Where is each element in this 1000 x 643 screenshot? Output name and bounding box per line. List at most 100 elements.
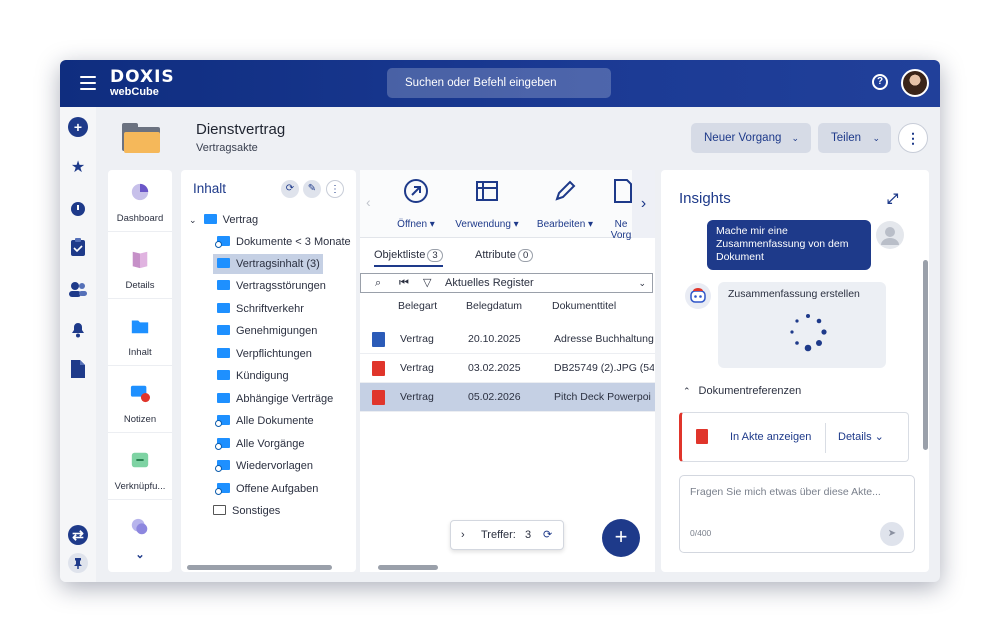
column-header[interactable]: Dokumenttitel	[552, 300, 616, 312]
chevron-down-icon: ⌄	[791, 133, 799, 143]
document-icon	[614, 179, 632, 203]
tree-item[interactable]: Genehmigungen	[217, 321, 317, 341]
new-case-button[interactable]: Neuer Vorgang ⌄	[691, 123, 811, 153]
tab-attribute[interactable]: Attribute 0	[475, 249, 534, 262]
tree-item[interactable]: Sonstiges	[213, 501, 280, 521]
saved-search-icon	[215, 415, 230, 427]
hits-counter[interactable]: › Treffer: 3 ⟳	[450, 520, 564, 550]
tree-item[interactable]: Schriftverkehr	[217, 299, 304, 319]
chevron-down-icon[interactable]: ⌄	[638, 274, 646, 292]
add-icon[interactable]: +	[68, 117, 88, 137]
loading-spinner-icon	[790, 314, 827, 352]
details-button[interactable]: Details ⌄	[838, 413, 884, 461]
document-upload-icon[interactable]	[68, 359, 88, 379]
register-select[interactable]: Aktuelles Register	[445, 274, 534, 292]
tree-root[interactable]: ⌄ Vertrag	[189, 210, 258, 230]
more-icon[interactable]: ⋮	[326, 180, 344, 198]
logo: DOXIS webCube	[110, 68, 175, 98]
tree-root-label: Vertrag	[222, 214, 259, 226]
nav-details[interactable]: Details	[108, 237, 172, 299]
pdf-icon	[696, 429, 708, 444]
open-button[interactable]: Öffnen ▾	[392, 178, 440, 230]
filter-icon[interactable]: ▽	[423, 274, 431, 292]
share-button[interactable]: Teilen ⌄	[818, 123, 891, 153]
logo-text: DOXIS	[110, 67, 175, 87]
tree-item[interactable]: Vertragsstörungen	[217, 276, 326, 296]
tree-item-label: Dokumente < 3 Monate	[236, 236, 351, 248]
char-counter: 0/400	[690, 528, 712, 538]
refresh-icon[interactable]: ⟳	[281, 180, 299, 198]
refresh-icon[interactable]: ⟳	[543, 521, 552, 549]
more-options-button[interactable]: ⋮	[898, 123, 928, 153]
cell-date: 05.02.2026	[468, 391, 521, 403]
insights-scrollbar[interactable]	[923, 260, 928, 450]
tree-item[interactable]: Alle Vorgänge	[215, 434, 305, 454]
tab-objektliste[interactable]: Objektliste 3	[374, 249, 443, 267]
usage-button[interactable]: Verwendung ▾	[452, 178, 522, 230]
nav-inhalt[interactable]: Inhalt	[108, 304, 172, 366]
tree-item[interactable]: Alle Dokumente	[215, 411, 314, 431]
table-row[interactable]: Vertrag 03.02.2025 DB25749 (2).JPG (54	[360, 354, 655, 383]
references-toggle[interactable]: ⌃ Dokumentreferenzen	[683, 385, 801, 397]
first-page-icon[interactable]: ⏮	[399, 274, 409, 292]
search-input[interactable]: Suchen oder Befehl eingeben	[387, 68, 611, 98]
tree-item[interactable]: Wiedervorlagen	[215, 456, 314, 476]
tree-item[interactable]: Offene Aufgaben	[215, 479, 319, 499]
search-icon[interactable]: ⌕	[375, 274, 381, 292]
nav-notizen[interactable]: Notizen	[108, 371, 172, 433]
table-row[interactable]: Vertrag 05.02.2026 Pitch Deck Powerpoi	[360, 383, 655, 412]
users-icon[interactable]	[68, 279, 88, 299]
nav-label: Inhalt	[128, 347, 152, 358]
clipboard-icon[interactable]	[68, 237, 88, 257]
usage-icon	[476, 181, 498, 201]
tree-item[interactable]: Dokumente < 3 Monate	[215, 232, 351, 252]
ribbon-scroll-left-icon[interactable]: ‹	[366, 194, 371, 210]
saved-search-icon	[215, 236, 230, 248]
tab-count: 3	[427, 249, 443, 262]
nav-verknuepfungen[interactable]: Verknüpfu...	[108, 438, 172, 500]
folder-icon	[217, 393, 230, 403]
history-icon[interactable]	[68, 199, 88, 219]
edit-label: Bearbeiten	[536, 219, 586, 230]
tree-item[interactable]: Kündigung	[217, 366, 289, 386]
add-document-button[interactable]: +	[602, 519, 640, 557]
ribbon-scroll-right-icon[interactable]: ›	[632, 170, 655, 238]
column-header[interactable]: Belegart	[398, 300, 437, 312]
tree-item-label: Offene Aufgaben	[236, 483, 319, 495]
nav-dashboard[interactable]: Dashboard	[108, 170, 172, 232]
expand-icon[interactable]: ⤢	[887, 190, 898, 207]
tree-item-label: Wiedervorlagen	[236, 460, 314, 472]
sync-icon[interactable]: ⇄	[68, 525, 88, 545]
avatar[interactable]	[901, 69, 929, 97]
list-scrollbar[interactable]	[378, 565, 438, 570]
chat-input[interactable]: Fragen Sie mich etwas über diese Akte...…	[679, 475, 915, 553]
menu-icon[interactable]	[80, 76, 96, 90]
tree-item[interactable]: Abhängige Verträge	[217, 389, 333, 409]
new-case-ribbon-button[interactable]: Ne Vorg	[610, 178, 632, 241]
table-row[interactable]: Vertrag 20.10.2025 Adresse Buchhaltung	[360, 325, 655, 354]
app-window: DOXIS webCube Suchen oder Befehl eingebe…	[60, 60, 940, 582]
nav-label: Dashboard	[116, 213, 164, 224]
open-arrow-icon	[404, 179, 428, 203]
star-icon[interactable]: ★	[68, 157, 88, 177]
tree-scrollbar[interactable]	[187, 565, 332, 570]
open-label: Öffnen	[397, 219, 428, 230]
help-icon[interactable]: ?	[872, 74, 888, 90]
bell-icon[interactable]	[68, 319, 88, 339]
tree-item[interactable]: Verpflichtungen	[217, 344, 312, 364]
column-header[interactable]: Belegdatum	[466, 300, 522, 312]
nav-label: Notizen	[123, 414, 157, 425]
send-button[interactable]: ➤	[880, 522, 904, 546]
edit-button[interactable]: Bearbeiten ▾	[534, 178, 596, 230]
tree-item-label: Schriftverkehr	[236, 303, 304, 315]
tree-item-selected[interactable]: Vertragsinhalt (3)	[213, 254, 323, 274]
tree-item-label: Abhängige Verträge	[236, 393, 334, 405]
divider	[825, 423, 826, 453]
edit-icon[interactable]: ✎	[303, 180, 321, 198]
open-in-file-button[interactable]: In Akte anzeigen	[730, 413, 811, 461]
circles-icon	[131, 518, 148, 535]
pin-icon[interactable]	[68, 553, 88, 573]
chevron-down-icon[interactable]: ⌄	[108, 548, 172, 561]
folder-icon	[217, 370, 230, 380]
nav-more[interactable]: ⌄	[108, 505, 172, 567]
